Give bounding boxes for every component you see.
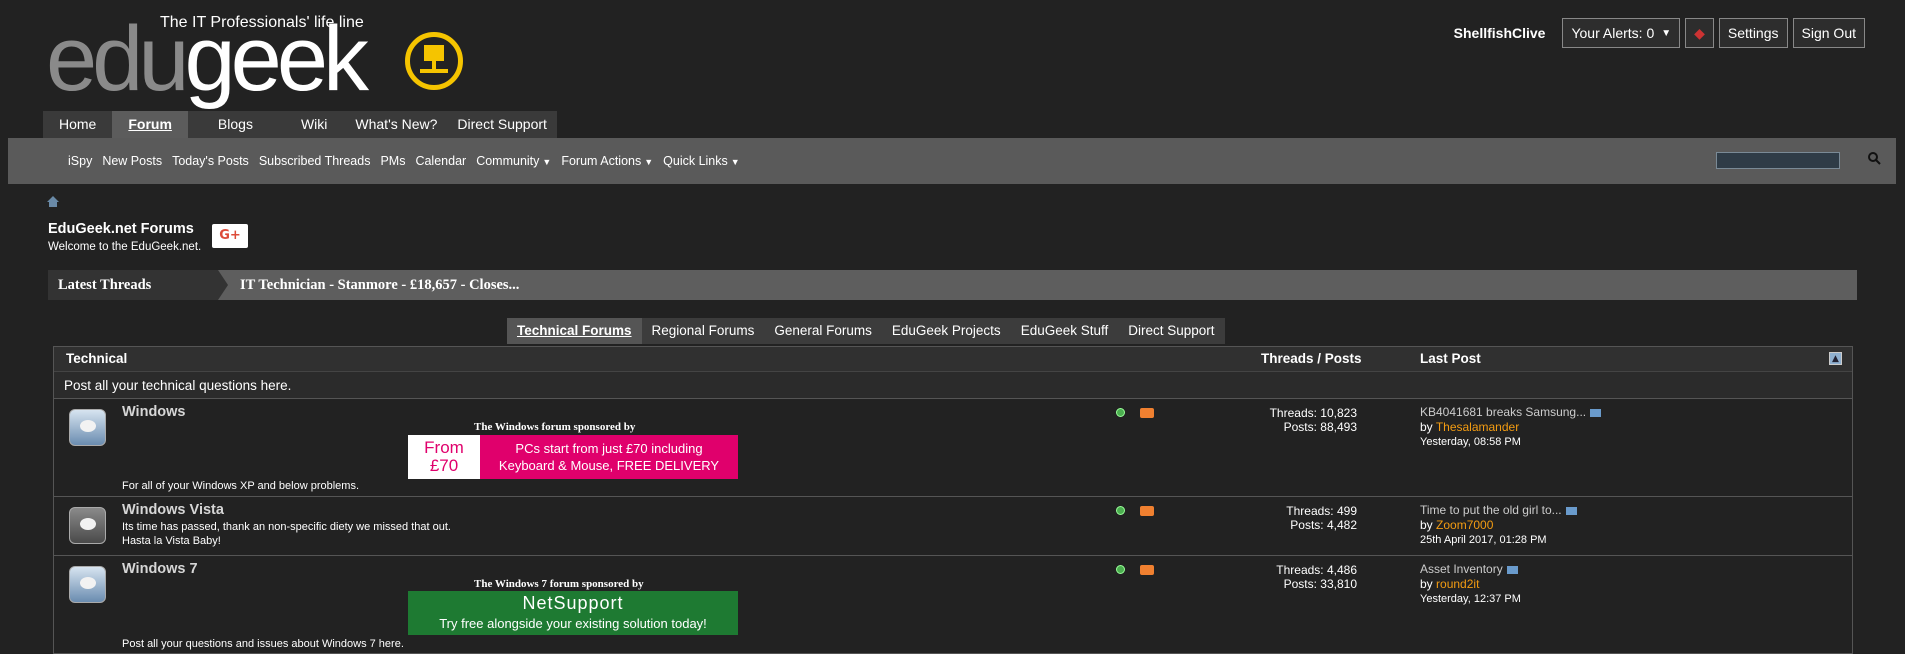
forum-stats: Threads: 499 Posts: 4,482 (1286, 504, 1357, 532)
subnav-forum-actions[interactable]: Forum Actions ▼ (561, 154, 653, 168)
col-threads-posts: Threads / Posts (1261, 351, 1362, 366)
forum-description: Post all your questions and issues about… (122, 638, 404, 650)
section-description: Post all your technical questions here. (54, 372, 1852, 399)
last-post-user[interactable]: round2it (1436, 577, 1479, 591)
forum-status-icon (1116, 565, 1125, 574)
last-post: Time to put the old girl to... by Zoom70… (1420, 503, 1577, 548)
subnav-community[interactable]: Community ▼ (476, 154, 551, 168)
caret-down-icon: ▼ (1661, 27, 1672, 39)
sponsor-banner[interactable]: From £70 PCs start from just £70 includin… (408, 435, 738, 479)
sign-out-button[interactable]: Sign Out (1792, 18, 1865, 48)
forum-title-link[interactable]: Windows (122, 404, 186, 420)
forum-table: Technical Threads / Posts Last Post ▲ Po… (53, 346, 1853, 654)
welcome-text: Welcome to the EduGeek.net. (48, 241, 202, 253)
table-header: Technical Threads / Posts Last Post ▲ (54, 347, 1852, 372)
settings-button[interactable]: Settings (1718, 18, 1788, 48)
alerts-dropdown[interactable]: Your Alerts: 0 ▼ (1562, 18, 1681, 48)
tab-regional-forums[interactable]: Regional Forums (642, 318, 765, 344)
last-post: KB4041681 breaks Samsung... by Thesalama… (1420, 405, 1602, 450)
sub-nav: iSpy New Posts Today's Posts Subscribed … (8, 138, 1896, 184)
forum-stats: Threads: 4,486 Posts: 33,810 (1276, 563, 1357, 591)
home-icon[interactable] (47, 196, 59, 210)
forum-stats: Threads: 10,823 Posts: 88,493 (1269, 406, 1357, 434)
subnav-todays-posts[interactable]: Today's Posts (172, 154, 249, 168)
go-to-post-icon[interactable] (1590, 408, 1602, 417)
go-to-post-icon[interactable] (1506, 565, 1518, 574)
latest-thread-link[interactable]: IT Technician - Stanmore - £18,657 - Clo… (218, 270, 519, 300)
forum-description: Its time has passed, thank an non-specif… (122, 521, 451, 533)
forum-chat-icon (69, 409, 106, 446)
latest-threads-bar: Latest Threads IT Technician - Stanmore … (48, 270, 1857, 300)
table-row: Windows 7 The Windows 7 forum sponsored … (54, 556, 1852, 654)
caret-down-icon: ▼ (644, 157, 654, 167)
go-to-post-icon[interactable] (1565, 506, 1577, 515)
caret-down-icon: ▼ (730, 157, 740, 167)
navtab-forum[interactable]: Forum (112, 111, 188, 138)
forum-chat-icon (69, 507, 106, 544)
forum-status-icon (1116, 506, 1125, 515)
section-title[interactable]: Technical (66, 351, 127, 366)
theme-switch-button[interactable]: ◆ (1685, 18, 1714, 48)
navtab-direct-support[interactable]: Direct Support (447, 111, 556, 138)
sponsor-banner[interactable]: NetSupport Try free alongside your exist… (408, 591, 738, 635)
main-nav: Home Forum Blogs Wiki What's New? Direct… (43, 111, 557, 138)
navtab-whats-new[interactable]: What's New? (345, 111, 447, 138)
forum-tabs: Technical Forums Regional Forums General… (507, 318, 1225, 344)
tab-edugeek-stuff[interactable]: EduGeek Stuff (1011, 318, 1119, 344)
site-tagline: The IT Professionals' life line (160, 14, 364, 31)
forum-title-link[interactable]: Windows Vista (122, 502, 224, 518)
tab-direct-support[interactable]: Direct Support (1118, 318, 1224, 344)
last-post-link[interactable]: Asset Inventory (1420, 562, 1503, 576)
col-last-post: Last Post (1420, 351, 1481, 366)
forum-description: For all of your Windows XP and below pro… (122, 480, 360, 492)
sponsor-title: The Windows 7 forum sponsored by (474, 578, 644, 590)
search-icon[interactable] (1868, 152, 1881, 169)
caret-down-icon: ▼ (542, 157, 552, 167)
last-post-link[interactable]: Time to put the old girl to... (1420, 503, 1562, 517)
last-post-user[interactable]: Thesalamander (1436, 420, 1519, 434)
logo-computer-icon (405, 32, 463, 90)
table-row: Windows The Windows forum sponsored by F… (54, 399, 1852, 497)
username-link[interactable]: ShellfishClive (1454, 25, 1546, 41)
subnav-new-posts[interactable]: New Posts (102, 154, 162, 168)
tab-general-forums[interactable]: General Forums (764, 318, 882, 344)
forum-chat-icon (69, 566, 106, 603)
last-post: Asset Inventory by round2it Yesterday, 1… (1420, 562, 1521, 605)
forum-status-icon (1116, 408, 1125, 417)
subnav-pms[interactable]: PMs (380, 154, 405, 168)
sponsor-title: The Windows forum sponsored by (474, 421, 636, 433)
subnav-calendar[interactable]: Calendar (415, 154, 466, 168)
google-plus-button[interactable]: G+ (212, 224, 248, 248)
user-bar: ShellfishClive Your Alerts: 0 ▼ ◆ Setting… (1454, 18, 1865, 48)
color-picker-icon: ◆ (1694, 24, 1705, 41)
subnav-quick-links[interactable]: Quick Links ▼ (663, 154, 740, 168)
navtab-home[interactable]: Home (43, 111, 112, 138)
forum-description-2: Hasta la Vista Baby! (122, 535, 221, 547)
navtab-wiki[interactable]: Wiki (283, 111, 345, 138)
forum-title-link[interactable]: Windows 7 (122, 561, 198, 577)
last-post-user[interactable]: Zoom7000 (1436, 518, 1493, 532)
subnav-subscribed-threads[interactable]: Subscribed Threads (259, 154, 371, 168)
tab-technical-forums[interactable]: Technical Forums (507, 318, 642, 344)
latest-threads-label: Latest Threads (48, 270, 228, 300)
subnav-ispy[interactable]: iSpy (68, 154, 92, 168)
collapse-icon[interactable]: ▲ (1829, 352, 1842, 365)
table-row: Windows Vista Its time has passed, thank… (54, 497, 1852, 556)
last-post-link[interactable]: KB4041681 breaks Samsung... (1420, 405, 1586, 419)
tab-edugeek-projects[interactable]: EduGeek Projects (882, 318, 1011, 344)
rss-icon[interactable] (1140, 506, 1154, 516)
page-title: EduGeek.net Forums (48, 221, 194, 237)
rss-icon[interactable] (1140, 408, 1154, 418)
search-input[interactable] (1716, 152, 1840, 169)
navtab-blogs[interactable]: Blogs (188, 111, 283, 138)
rss-icon[interactable] (1140, 565, 1154, 575)
